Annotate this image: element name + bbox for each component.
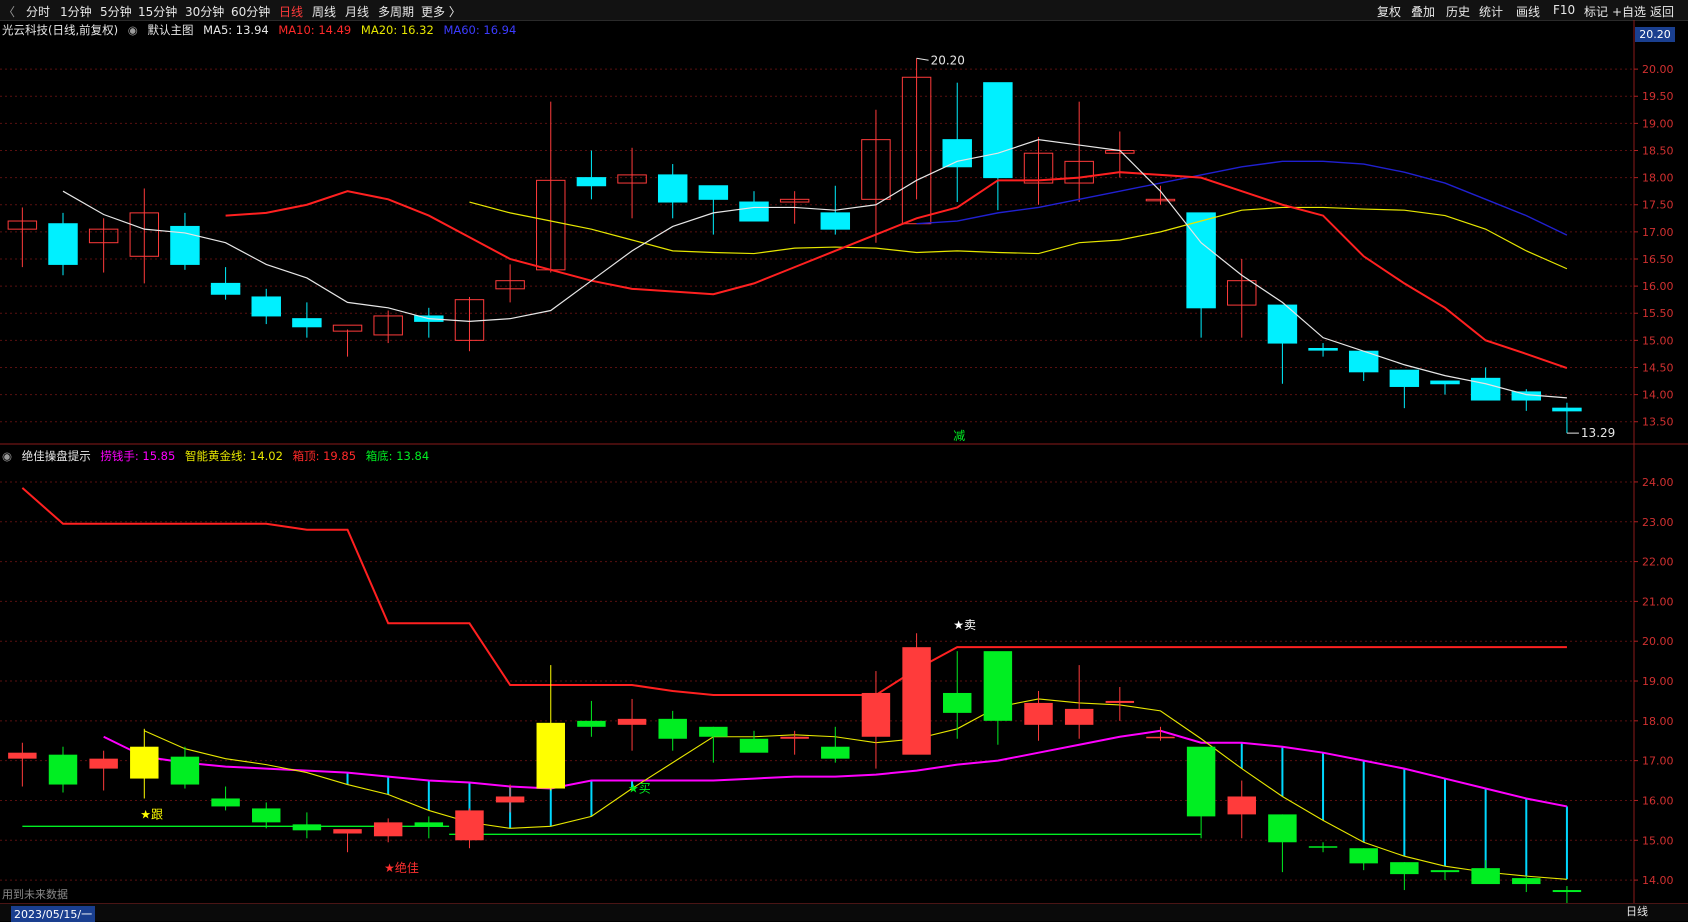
- low-price-annotation: 13.29: [1581, 426, 1615, 440]
- sub-candle-body: [1024, 702, 1053, 725]
- main-tick-label: 16.00: [1642, 280, 1674, 293]
- sub-candle-body: [8, 752, 37, 759]
- sub-candle-body: [699, 726, 728, 737]
- sub-candle-body: [1268, 814, 1297, 843]
- main-tick-label: 16.50: [1642, 253, 1674, 266]
- candle-body: [48, 223, 78, 265]
- sub-candle-body: [1471, 868, 1500, 885]
- sub-candle-body: [1186, 746, 1216, 817]
- sub-tick-label: 14.00: [1642, 874, 1674, 887]
- candle-body: [210, 282, 241, 295]
- sub-candle-body: [292, 824, 322, 831]
- sub-candle-body: [617, 718, 647, 725]
- period-indicator: 日线: [1626, 905, 1648, 918]
- sub-candle-body: [170, 756, 200, 785]
- sub-candle-body: [1552, 890, 1582, 893]
- candle-body: [1186, 212, 1216, 309]
- candle-body: [1430, 380, 1460, 385]
- sub-candle-body: [1390, 862, 1419, 875]
- sub-candle-body: [333, 829, 362, 834]
- sub-candle-body: [1308, 846, 1338, 848]
- sub-candle-body: [1512, 878, 1541, 885]
- sub-candle-body: [48, 754, 78, 785]
- candle-body: [739, 201, 769, 222]
- sub-candle-body: [780, 736, 809, 739]
- signal-best: ★绝佳: [384, 860, 419, 875]
- main-tick-label: 17.00: [1642, 226, 1674, 239]
- sub-tick-label: 18.00: [1642, 715, 1674, 728]
- sub-tick-label: 22.00: [1642, 556, 1674, 569]
- sub-candle-body: [861, 692, 891, 737]
- main-tick-label: 18.50: [1642, 144, 1674, 157]
- box-top-line: [21, 487, 1567, 696]
- sub-candle-body: [983, 651, 1013, 721]
- main-tick-label: 19.50: [1642, 90, 1674, 103]
- sub-candle-body: [495, 796, 525, 803]
- candle-body: [1552, 407, 1582, 412]
- sub-tick-label: 15.00: [1642, 834, 1674, 847]
- sub-candle-body: [943, 692, 972, 713]
- sub-tick-label: 16.00: [1642, 794, 1674, 807]
- sub-tick-label: 20.00: [1642, 635, 1674, 648]
- candle-body: [292, 318, 322, 328]
- sub-candle-body: [89, 758, 118, 769]
- signal-sell: ★卖: [953, 618, 976, 632]
- main-tick-label: 14.00: [1642, 389, 1674, 402]
- sub-candle-body: [1349, 848, 1378, 864]
- sub-tick-label: 24.00: [1642, 476, 1674, 489]
- sub-candle-body: [130, 746, 159, 779]
- candle-body: [1308, 347, 1338, 351]
- sub-candle-body: [1227, 796, 1256, 815]
- high-pointer: [916, 57, 929, 61]
- kline-chart[interactable]: 20.00 19.50 19.00 18.50 18.00 17.50 17.00 16.50…: [0, 0, 1688, 920]
- main-tick-label: 20.00: [1642, 63, 1674, 76]
- sub-candle-body: [252, 808, 281, 823]
- sub-candle-body: [658, 718, 687, 739]
- sub-candle-body: [902, 647, 931, 755]
- future-data-note: 用到未来数据: [2, 888, 68, 901]
- candle-body: [820, 212, 851, 230]
- sub-candle-body: [1430, 870, 1460, 873]
- candle-body: [942, 139, 972, 168]
- date-axis: 2023/05/15/一: [0, 903, 1688, 922]
- ma10-line: [225, 171, 1568, 369]
- candle-body: [657, 174, 688, 203]
- candle-body: [698, 185, 729, 200]
- candle-body: [1389, 369, 1420, 387]
- sub-candle-body: [821, 746, 850, 759]
- main-tick-label: 15.00: [1642, 334, 1674, 347]
- sub-candle-body: [577, 720, 606, 727]
- sub-candle-body: [373, 822, 403, 837]
- candle-body: [251, 296, 281, 317]
- sub-candle-body: [1064, 708, 1094, 725]
- main-tick-label: 19.00: [1642, 117, 1674, 130]
- main-tick-label: 18.00: [1642, 172, 1674, 185]
- sub-candle-body: [536, 722, 565, 789]
- reduce-signal: 减: [953, 429, 965, 443]
- signal-follow: ★跟: [140, 807, 163, 821]
- candle-body: [983, 82, 1013, 179]
- candle-body: [576, 177, 607, 187]
- sub-candle-body: [455, 810, 484, 841]
- sub-candle-body: [414, 822, 444, 827]
- signal-buy: ★买: [628, 782, 651, 796]
- high-price-annotation: 20.20: [931, 53, 965, 67]
- sub-tick-label: 19.00: [1642, 675, 1674, 688]
- sub-candle-body: [739, 738, 769, 753]
- main-tick-label: 17.50: [1642, 199, 1674, 212]
- sub-candle-body: [1146, 736, 1175, 739]
- main-tick-label: 15.50: [1642, 307, 1674, 320]
- sub-tick-label: 23.00: [1642, 516, 1674, 529]
- ma20-line: [469, 201, 1568, 270]
- sub-tick-label: 17.00: [1642, 755, 1674, 768]
- sub-candle-body: [1105, 700, 1135, 703]
- ma5-line: [62, 139, 1567, 399]
- main-tick-label: 13.50: [1642, 416, 1674, 429]
- sub-candle-body: [211, 798, 240, 807]
- sub-tick-label: 21.00: [1642, 595, 1674, 608]
- main-tick-label: 14.50: [1642, 361, 1674, 374]
